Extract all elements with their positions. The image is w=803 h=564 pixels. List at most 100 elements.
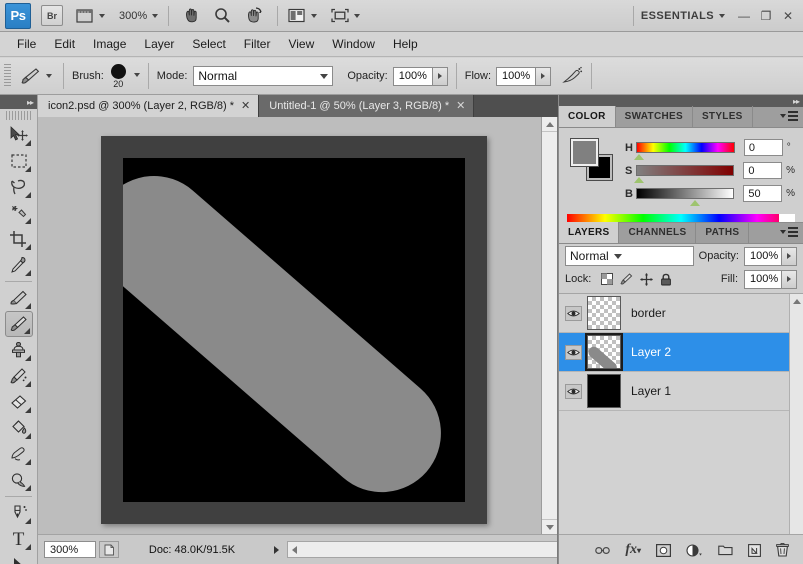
add-layer-style-icon[interactable]: fx ▾ <box>625 542 641 558</box>
healing-brush-tool[interactable] <box>5 285 33 311</box>
menu-image[interactable]: Image <box>84 34 135 54</box>
flow-slider-button[interactable] <box>536 66 552 86</box>
menu-select[interactable]: Select <box>183 34 234 54</box>
menu-filter[interactable]: Filter <box>235 34 280 54</box>
zoom-level-selector[interactable]: 300% <box>108 0 161 32</box>
document-info-button[interactable] <box>99 541 119 558</box>
zoom-tool-button[interactable] <box>207 0 238 32</box>
brightness-slider-track[interactable] <box>635 188 735 206</box>
close-icon[interactable]: ✕ <box>456 100 465 112</box>
lock-image-pixels-icon[interactable] <box>620 273 633 285</box>
saturation-slider-track[interactable] <box>633 165 735 183</box>
brightness-slider-thumb[interactable] <box>689 200 700 206</box>
blur-tool[interactable] <box>5 441 33 467</box>
tools-panel-grip[interactable] <box>6 111 31 120</box>
hue-slider-thumb[interactable] <box>633 154 644 160</box>
saturation-input[interactable]: 0 <box>743 162 783 179</box>
move-tool[interactable] <box>5 122 33 148</box>
tab-styles[interactable]: STYLES <box>693 106 753 127</box>
eraser-tool[interactable] <box>5 389 33 415</box>
color-panel-menu-button[interactable] <box>780 111 798 121</box>
eyedropper-tool[interactable] <box>5 252 33 278</box>
layers-panel-menu-button[interactable] <box>780 227 798 237</box>
layer-row-layer-2[interactable]: Layer 2 <box>559 333 803 372</box>
quick-selection-tool[interactable] <box>5 200 33 226</box>
opacity-input[interactable]: 100% <box>392 66 433 86</box>
scroll-down-button[interactable] <box>542 519 557 534</box>
link-layers-icon[interactable] <box>595 545 611 556</box>
gradient-tool[interactable] <box>5 415 33 441</box>
zoom-input[interactable]: 300% <box>44 541 96 558</box>
marquee-tool[interactable] <box>5 148 33 174</box>
launch-bridge-button[interactable]: Br <box>41 5 63 26</box>
menu-edit[interactable]: Edit <box>45 34 84 54</box>
hand-tool-button[interactable] <box>176 0 207 32</box>
canvas-viewport[interactable] <box>38 117 541 534</box>
layer-thumbnail[interactable] <box>587 374 621 408</box>
opacity-slider-button[interactable] <box>432 66 448 86</box>
maximize-button[interactable]: ❐ <box>755 6 777 26</box>
lock-all-icon[interactable] <box>660 273 672 286</box>
add-layer-mask-icon[interactable] <box>656 543 671 557</box>
view-extras-button[interactable] <box>73 0 108 32</box>
saturation-slider-thumb[interactable] <box>633 177 644 183</box>
layer-opacity-input[interactable]: 100% <box>744 246 782 266</box>
history-brush-tool[interactable] <box>5 363 33 389</box>
flow-input[interactable]: 100% <box>496 66 537 86</box>
tab-color[interactable]: COLOR <box>559 106 616 127</box>
lock-transparent-pixels-icon[interactable] <box>601 273 614 285</box>
new-group-icon[interactable] <box>718 544 733 556</box>
dodge-tool[interactable] <box>5 467 33 493</box>
brush-preset-picker[interactable] <box>16 60 55 92</box>
layer-fill-slider-button[interactable] <box>782 269 797 289</box>
hue-slider-track[interactable] <box>633 142 735 160</box>
delete-layer-icon[interactable] <box>776 543 789 557</box>
layer-name[interactable]: border <box>631 306 666 320</box>
opacity-control[interactable]: 100% <box>392 66 448 86</box>
layer-visibility-toggle[interactable] <box>559 344 587 360</box>
screen-mode-button[interactable] <box>328 0 363 32</box>
airbrush-toggle-button[interactable] <box>561 66 583 86</box>
type-tool[interactable]: T <box>5 526 33 552</box>
close-button[interactable]: ✕ <box>777 6 799 26</box>
canvas-horizontal-scrollbar[interactable] <box>287 541 557 558</box>
layer-visibility-toggle[interactable] <box>559 305 587 321</box>
chevron-down-icon[interactable] <box>133 73 140 77</box>
arrange-documents-button[interactable] <box>285 0 320 32</box>
menu-window[interactable]: Window <box>323 34 384 54</box>
options-bar-grip[interactable] <box>4 64 11 88</box>
new-adjustment-layer-icon[interactable] <box>686 543 703 557</box>
layer-opacity-slider-button[interactable] <box>782 246 797 266</box>
status-expand-button[interactable] <box>265 545 287 554</box>
brush-tool[interactable] <box>4 311 33 337</box>
menu-view[interactable]: View <box>279 34 323 54</box>
scroll-up-button[interactable] <box>542 117 557 132</box>
layer-thumbnail[interactable] <box>587 296 621 330</box>
lasso-tool[interactable] <box>5 174 33 200</box>
layer-blend-mode-select[interactable]: Normal <box>565 246 694 266</box>
minimize-button[interactable]: — <box>733 6 755 26</box>
layer-name[interactable]: Layer 1 <box>631 384 671 398</box>
workspace-switcher[interactable]: ESSENTIALS <box>626 5 725 26</box>
tab-paths[interactable]: PATHS <box>696 222 750 243</box>
close-icon[interactable]: ✕ <box>241 100 250 112</box>
brush-size-preview[interactable]: 20 <box>110 63 126 89</box>
layer-row-layer-1[interactable]: Layer 1 <box>559 372 803 411</box>
tools-panel-collapse-button[interactable]: ▸▸ <box>0 95 37 109</box>
menu-layer[interactable]: Layer <box>135 34 183 54</box>
brightness-input[interactable]: 50 <box>743 185 783 202</box>
layer-visibility-toggle[interactable] <box>559 383 587 399</box>
layer-list-scrollbar[interactable] <box>789 294 803 534</box>
menu-help[interactable]: Help <box>384 34 427 54</box>
tab-channels[interactable]: CHANNELS <box>619 222 697 243</box>
rotate-view-tool-button[interactable] <box>238 0 270 32</box>
layer-row-border[interactable]: border <box>559 294 803 333</box>
blend-mode-select[interactable]: Normal <box>193 66 334 86</box>
document-tab-untitled1[interactable]: Untitled-1 @ 50% (Layer 3, RGB/8) * ✕ <box>259 95 475 117</box>
artboard[interactable] <box>101 136 487 524</box>
crop-tool[interactable] <box>5 226 33 252</box>
color-swatches[interactable] <box>570 138 613 181</box>
foreground-color-swatch[interactable] <box>570 138 599 167</box>
canvas-vertical-scrollbar[interactable] <box>541 117 557 534</box>
flow-control[interactable]: 100% <box>496 66 552 86</box>
